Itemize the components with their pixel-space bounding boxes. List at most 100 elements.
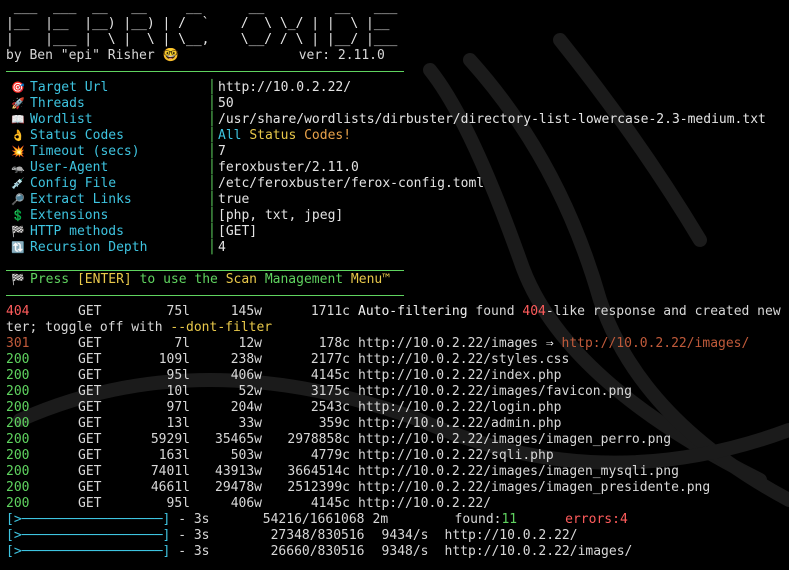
elapsed-time: - 3s [170, 544, 210, 559]
method: GET [78, 416, 102, 431]
rocket-icon: 🚀 [11, 97, 25, 110]
result-url[interactable]: http://10.0.2.22/login.php [350, 400, 562, 416]
result-url[interactable]: http://10.0.2.22/styles.css [350, 352, 569, 368]
status-code: 200 [6, 368, 30, 383]
request-count: 27348/830516 [270, 528, 365, 543]
config-row: 📖 Wordlist │/usr/share/wordlists/dirbuster… [6, 112, 789, 128]
method: GET [78, 432, 102, 447]
status-code: 301 [6, 336, 30, 351]
progress-bar: [>──────────────────] [6, 512, 171, 527]
config-label: Wordlist [30, 112, 93, 127]
word-count: 33w [238, 416, 262, 431]
progress-list: [>──────────────────] - 3s 54216/1661068 2… [6, 512, 789, 560]
line-count: 7401l [150, 464, 190, 479]
char-count: 359c [318, 416, 350, 431]
result-row: 200 GET 4661l 29478w 2512399c http://10.0.2.2… [6, 480, 789, 496]
found-label: found: [454, 512, 502, 527]
char-count: 4779c [310, 448, 350, 463]
config-label: Extract Links [30, 192, 132, 207]
config-value: 50 [218, 96, 234, 111]
word-count: 43913w [215, 464, 262, 479]
word-count: 204w [230, 400, 262, 415]
result-url[interactable]: http://10.0.2.22/admin.php [350, 416, 562, 432]
divider-bottom [6, 288, 789, 304]
redirect-arrow: ⇒ [538, 336, 562, 351]
result-url[interactable]: http://10.0.2.22/sqli.php [350, 448, 554, 464]
target-icon: 🎯 [11, 81, 25, 94]
result-url[interactable]: http://10.0.2.22/images/imagen_perro.png [350, 432, 671, 448]
config-value: http://10.0.2.22/ [218, 80, 352, 95]
column-separator: │ [208, 160, 216, 175]
line-count: 5929l [150, 432, 190, 447]
request-rate: 9434/s [381, 528, 429, 543]
result-url[interactable]: http://10.0.2.22/images [350, 336, 538, 352]
line-count: 95l [166, 496, 190, 511]
line-count: 7l [174, 336, 190, 351]
line-count: 4661l [150, 480, 190, 495]
badger-icon: 🦡 [11, 161, 25, 174]
ascii-banner: ___ ___ __ __ __ __ __ ___ |__ |__ |__) |… [6, 0, 789, 48]
elapsed-time: - 3s [170, 512, 210, 527]
word-count: 406w [230, 368, 262, 383]
dollar-icon: 💲 [11, 209, 25, 222]
result-url[interactable]: http://10.0.2.22/images/favicon.png [350, 384, 632, 400]
method: GET [78, 496, 102, 511]
method: GET [78, 448, 102, 463]
result-row: 200 GET 163l 503w 4779c http://10.0.2.22/sqli… [6, 448, 789, 464]
config-value: feroxbuster/2.11.0 [218, 160, 359, 175]
status-code: 200 [6, 352, 30, 367]
word-count: 503w [230, 448, 262, 463]
word-count: 238w [230, 352, 262, 367]
progress-row: [>──────────────────] - 3s 54216/1661068 2… [6, 512, 789, 528]
config-value: 7 [218, 144, 226, 159]
syringe-icon: 💉 [11, 177, 25, 190]
config-label: Target Url [30, 80, 109, 95]
result-url[interactable]: http://10.0.2.22/images/imagen_mysqli.pn… [350, 464, 679, 480]
config-value: true [218, 192, 250, 207]
status-code: 200 [6, 448, 30, 463]
result-url[interactable]: http://10.0.2.22/ [350, 496, 491, 512]
request-count: 26660/830516 [270, 544, 365, 559]
errors-count: 4 [619, 512, 628, 527]
checkered-flag-icon: 🏁 [11, 225, 25, 238]
result-row: 200 GET 109l 238w 2177c http://10.0.2.22/styl… [6, 352, 789, 368]
word-count: 12w [238, 336, 262, 351]
config-row: 🔃 Recursion Depth │ 4 [6, 240, 789, 256]
char-count: 3175c [310, 384, 350, 399]
column-separator: │ [208, 208, 216, 223]
config-label: User-Agent [30, 160, 109, 175]
config-value: All Status Codes! [218, 128, 352, 143]
config-value: 4 [218, 240, 226, 255]
autofilter-line: 404 GET 75l 145w 1711c Auto-filtering found 4… [6, 304, 781, 319]
char-count: 178c [318, 336, 350, 351]
line-count: 95l [166, 368, 190, 383]
progress-row: [>──────────────────] - 3s 27348/830516 94… [6, 528, 789, 544]
column-separator: │ [208, 192, 216, 207]
line-count: 10l [166, 384, 190, 399]
status-code: 200 [6, 480, 30, 495]
ok-hand-icon: 👌 [11, 129, 25, 142]
column-separator: │ [208, 128, 216, 143]
column-separator: │ [208, 80, 216, 95]
progress-bar: [>──────────────────] [6, 544, 171, 559]
method: GET [78, 400, 102, 415]
request-rate: 9348/s [381, 544, 429, 559]
banner-line: |__ |__ |__) |__) | / ` / \ \_/ | | \ |_… [6, 16, 390, 31]
results-list: 301 GET 7l 12w 178c http://10.0.2.22/images ⇒… [6, 336, 789, 512]
divider-top [6, 64, 789, 80]
column-separator: │ [208, 96, 216, 111]
word-count: 35465w [215, 432, 262, 447]
byline: by Ben "epi" Risher 🤓 ver: 2.11.0 [6, 48, 789, 64]
result-url[interactable]: http://10.0.2.22/index.php [350, 368, 562, 384]
word-count: 29478w [215, 480, 262, 495]
column-separator: │ [208, 144, 216, 159]
config-row: 💉 Config File │/etc/feroxbuster/ferox-conf… [6, 176, 789, 192]
result-url[interactable]: http://10.0.2.22/images/imagen_president… [350, 480, 710, 496]
redirect-url[interactable]: http://10.0.2.22/images/ [562, 336, 750, 352]
config-value: /usr/share/wordlists/dirbuster/directory… [218, 112, 766, 127]
config-row: 🦡 User-Agent │ feroxbuster/2.11.0 [6, 160, 789, 176]
config-label: Config File [30, 176, 117, 191]
method: GET [78, 384, 102, 399]
found-count: 11 [501, 512, 518, 527]
line-count: 13l [166, 416, 190, 431]
